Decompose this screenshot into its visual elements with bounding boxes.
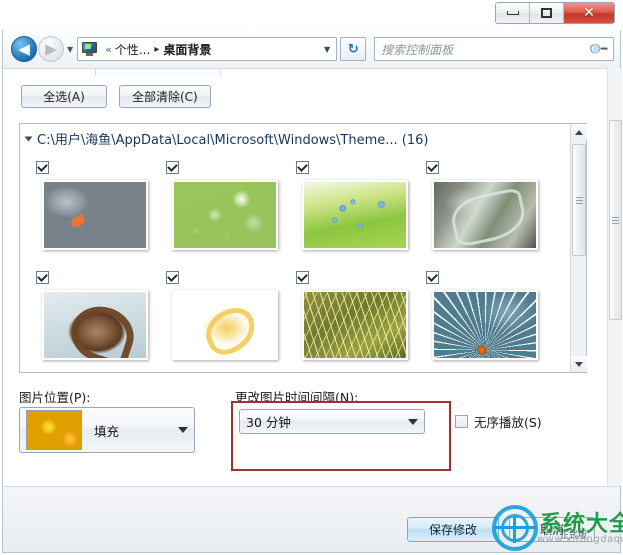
history-dropdown-icon[interactable]: ▼ xyxy=(67,45,73,54)
thumbnail-image[interactable] xyxy=(302,290,408,360)
window-scrollbar[interactable] xyxy=(607,68,622,486)
thumbnail-checkbox[interactable] xyxy=(166,271,179,284)
search-box[interactable]: 搜索控制面板 🔍 xyxy=(374,37,614,61)
list-item[interactable] xyxy=(28,264,158,372)
picture-position-label: 图片位置(P): xyxy=(19,390,91,405)
navigation-bar: ◀ ▶ ▼ « 个性... ▸ 桌面背景 ▼ ↻ 搜索控制面板 🔍 xyxy=(3,30,620,68)
clear-all-button[interactable]: 全部清除(C) xyxy=(119,85,211,108)
refresh-icon: ↻ xyxy=(347,41,359,57)
thumbnail-grid xyxy=(20,152,570,372)
chevron-down-icon[interactable] xyxy=(178,427,188,433)
dialog-footer: 保存修改 取消 xyxy=(3,486,620,552)
list-scrollbar[interactable] xyxy=(570,124,587,372)
thumbnail-image[interactable] xyxy=(172,180,278,250)
thumbnail-checkbox[interactable] xyxy=(36,161,49,174)
title-bar: ✕ xyxy=(0,0,623,30)
thumbnail-checkbox[interactable] xyxy=(36,271,49,284)
minimize-button[interactable] xyxy=(496,3,530,23)
minimize-icon xyxy=(506,11,519,15)
save-changes-button[interactable]: 保存修改 xyxy=(407,517,499,542)
thumbnail-checkbox[interactable] xyxy=(166,161,179,174)
shuffle-checkbox-row[interactable]: 无序播放(S) xyxy=(455,412,542,431)
maximize-button[interactable] xyxy=(530,3,564,23)
close-button[interactable]: ✕ xyxy=(564,3,614,23)
position-preview-icon xyxy=(26,410,82,450)
back-button[interactable]: ◀ xyxy=(11,36,37,62)
thumbnail-image[interactable] xyxy=(42,290,148,360)
breadcrumb-personalization[interactable]: 个性... xyxy=(115,41,150,58)
breadcrumb-separator-icon: ▸ xyxy=(154,43,160,55)
cancel-button[interactable]: 取消 xyxy=(509,517,595,542)
list-item[interactable] xyxy=(28,154,158,264)
close-icon: ✕ xyxy=(583,5,595,21)
picture-position-value: 填充 xyxy=(94,423,120,439)
tab-stub xyxy=(95,69,221,75)
change-interval-select[interactable]: 30 分钟 xyxy=(239,409,425,434)
scroll-down-button[interactable] xyxy=(571,356,587,372)
scrollbar-grip-icon xyxy=(612,216,619,224)
scroll-up-button[interactable] xyxy=(571,124,587,140)
selection-buttons: 全选(A) 全部清除(C) xyxy=(21,85,211,108)
forward-arrow-icon: ▶ xyxy=(45,39,57,58)
picture-position-select[interactable]: 填充 xyxy=(19,407,195,453)
change-interval-value: 30 分钟 xyxy=(246,415,291,430)
display-icon xyxy=(82,42,98,56)
list-item[interactable] xyxy=(288,154,418,264)
address-bar[interactable]: « 个性... ▸ 桌面背景 ▼ xyxy=(77,37,338,61)
list-item[interactable] xyxy=(158,154,288,264)
thumbnail-image[interactable] xyxy=(302,180,408,250)
picture-list-panel: C:\用户\海鱼\AppData\Local\Microsoft\Windows… xyxy=(19,123,587,373)
search-icon: 🔍 xyxy=(587,37,610,61)
list-item[interactable] xyxy=(158,264,288,372)
list-item[interactable] xyxy=(418,154,548,264)
list-item[interactable] xyxy=(418,264,548,372)
thumbnail-image[interactable] xyxy=(172,290,278,360)
thumbnail-checkbox[interactable] xyxy=(426,271,439,284)
search-input[interactable]: 搜索控制面板 xyxy=(381,41,591,58)
select-all-button[interactable]: 全选(A) xyxy=(21,85,107,108)
group-header[interactable]: C:\用户\海鱼\AppData\Local\Microsoft\Windows… xyxy=(20,124,586,150)
group-path-label: C:\用户\海鱼\AppData\Local\Microsoft\Windows… xyxy=(37,133,429,148)
refresh-button[interactable]: ↻ xyxy=(340,37,367,61)
chevron-down-icon[interactable] xyxy=(408,418,418,425)
shuffle-label: 无序播放(S) xyxy=(474,415,542,430)
thumbnail-image[interactable] xyxy=(432,180,538,250)
breadcrumb-desktop-background[interactable]: 桌面背景 xyxy=(163,41,211,58)
window-root: ✕ ◀ ▶ ▼ « 个性... ▸ 桌面背景 ▼ ↻ 搜索控制面板 🔍 全选(A… xyxy=(0,0,623,555)
forward-button[interactable]: ▶ xyxy=(38,36,64,62)
content-area: 全选(A) 全部清除(C) C:\用户\海鱼\AppData\Local\Mic… xyxy=(3,68,620,486)
maximize-icon xyxy=(541,8,552,18)
settings-controls: 图片位置(P): 更改图片时间间隔(N): 填充 30 分钟 无序播放(S) xyxy=(3,387,620,486)
list-item[interactable] xyxy=(288,264,418,372)
chevron-up-icon xyxy=(575,129,583,135)
breadcrumb-overflow-icon[interactable]: « xyxy=(105,43,112,56)
scrollbar-grip-icon xyxy=(575,196,583,204)
shuffle-checkbox[interactable] xyxy=(455,415,468,428)
thumbnail-checkbox[interactable] xyxy=(296,271,309,284)
window-controls: ✕ xyxy=(495,2,615,24)
thumbnail-image[interactable] xyxy=(42,180,148,250)
scrollbar-thumb[interactable] xyxy=(572,144,586,256)
thumbnail-image[interactable] xyxy=(432,290,538,360)
collapse-triangle-icon[interactable] xyxy=(24,136,33,141)
thumbnail-checkbox[interactable] xyxy=(426,161,439,174)
chevron-down-icon xyxy=(575,361,583,367)
back-arrow-icon: ◀ xyxy=(18,39,30,58)
address-dropdown-icon[interactable]: ▼ xyxy=(320,45,334,54)
window-scrollbar-thumb[interactable] xyxy=(609,120,622,320)
thumbnail-checkbox[interactable] xyxy=(296,161,309,174)
